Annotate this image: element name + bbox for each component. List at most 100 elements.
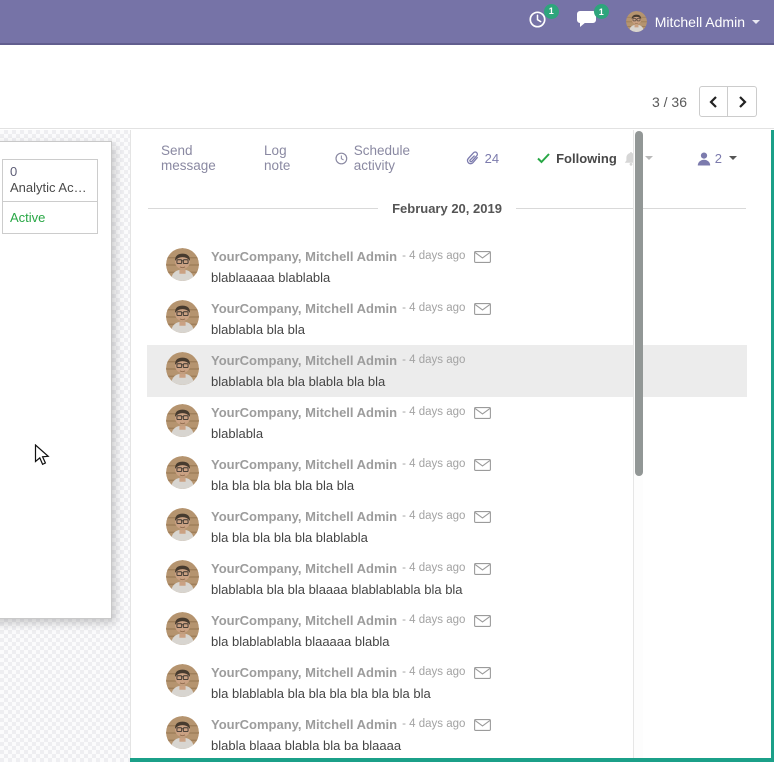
followers-count: 2: [715, 151, 722, 166]
envelope-icon[interactable]: [474, 615, 491, 627]
paperclip-icon: [466, 150, 480, 166]
avatar: [166, 664, 199, 697]
stat-value: 0: [10, 164, 90, 180]
envelope-icon[interactable]: [474, 563, 491, 575]
chevron-down-icon[interactable]: [729, 156, 737, 164]
message-author[interactable]: YourCompany, Mitchell Admin: [211, 300, 397, 317]
pager: 3 / 36: [652, 86, 757, 117]
envelope-icon[interactable]: [474, 459, 491, 471]
attachments-button[interactable]: 24: [466, 150, 499, 166]
message-list: YourCompany, Mitchell Admin - 4 days ago…: [147, 241, 747, 761]
active-status: Active: [3, 201, 97, 233]
chevron-down-icon: [752, 20, 760, 28]
avatar: [166, 560, 199, 593]
activity-count-badge: 1: [544, 4, 559, 19]
message-author[interactable]: YourCompany, Mitchell Admin: [211, 508, 397, 525]
message-timestamp: - 4 days ago: [402, 404, 465, 421]
message-author[interactable]: YourCompany, Mitchell Admin: [211, 404, 397, 421]
date-divider: February 20, 2019: [148, 199, 746, 217]
viewport-edge-bottom: [130, 758, 774, 762]
message-row[interactable]: YourCompany, Mitchell Admin - 4 days ago…: [147, 501, 747, 553]
message-author[interactable]: YourCompany, Mitchell Admin: [211, 612, 397, 629]
message-timestamp: - 4 days ago: [402, 612, 465, 629]
message-author[interactable]: YourCompany, Mitchell Admin: [211, 664, 397, 681]
avatar: [166, 300, 199, 333]
message-body: bla bla bla bla bla bla bla: [211, 477, 491, 494]
stat-button-analytic-accounts[interactable]: 0 Analytic Acc...: [3, 160, 97, 201]
following-label: Following: [556, 151, 617, 166]
user-name: Mitchell Admin: [655, 14, 745, 30]
message-row[interactable]: YourCompany, Mitchell Admin - 4 days ago…: [147, 553, 747, 605]
message-row[interactable]: YourCompany, Mitchell Admin - 4 days ago…: [147, 709, 747, 761]
envelope-icon[interactable]: [474, 407, 491, 419]
control-panel: 3 / 36: [0, 47, 774, 129]
message-body: blablabla bla bla blaaaa blablablabla bl…: [211, 581, 491, 598]
message-body: blablabla bla bla blabla bla bla: [211, 373, 465, 390]
stat-label: Analytic Acc...: [10, 180, 90, 196]
message-body: blablaaaaa blablabla: [211, 269, 491, 286]
message-row[interactable]: YourCompany, Mitchell Admin - 4 days ago…: [147, 345, 747, 397]
message-timestamp: - 4 days ago: [402, 508, 465, 525]
message-row[interactable]: YourCompany, Mitchell Admin - 4 days ago…: [147, 605, 747, 657]
avatar: [166, 404, 199, 437]
message-row[interactable]: YourCompany, Mitchell Admin - 4 days ago…: [147, 657, 747, 709]
mouse-cursor: [34, 444, 51, 472]
message-timestamp: - 4 days ago: [402, 248, 465, 265]
message-author[interactable]: YourCompany, Mitchell Admin: [211, 352, 397, 369]
pager-value[interactable]: 3 / 36: [652, 94, 687, 110]
avatar: [166, 456, 199, 489]
envelope-icon[interactable]: [474, 719, 491, 731]
send-message-button[interactable]: Send message: [161, 143, 238, 173]
form-card: 0 Analytic Acc... Active: [0, 141, 112, 619]
envelope-icon[interactable]: [474, 303, 491, 315]
scrollbar-thumb[interactable]: [635, 131, 643, 476]
left-backdrop: 0 Analytic Acc... Active: [0, 130, 130, 762]
message-timestamp: - 4 days ago: [402, 716, 465, 733]
envelope-icon[interactable]: [474, 511, 491, 523]
message-row[interactable]: YourCompany, Mitchell Admin - 4 days ago…: [147, 241, 747, 293]
message-body: bla blablablabla blaaaaa blabla: [211, 633, 491, 650]
avatar: [166, 508, 199, 541]
message-body: blabla blaaa blabla bla ba blaaaa: [211, 737, 491, 754]
message-author[interactable]: YourCompany, Mitchell Admin: [211, 716, 397, 733]
message-row[interactable]: YourCompany, Mitchell Admin - 4 days ago…: [147, 449, 747, 501]
envelope-icon[interactable]: [474, 251, 491, 263]
chatter-toolbar: Send message Log note Schedule activity …: [131, 130, 763, 168]
pager-previous-button[interactable]: [699, 86, 728, 117]
clock-icon: [335, 151, 348, 166]
message-author[interactable]: YourCompany, Mitchell Admin: [211, 248, 397, 265]
avatar: [166, 248, 199, 281]
user-menu[interactable]: Mitchell Admin: [626, 11, 760, 32]
message-row[interactable]: YourCompany, Mitchell Admin - 4 days ago…: [147, 397, 747, 449]
message-author[interactable]: YourCompany, Mitchell Admin: [211, 456, 397, 473]
avatar: [166, 612, 199, 645]
top-navbar: 1 1 Mitchell Admin: [0, 0, 774, 45]
scrollbar: [633, 130, 643, 762]
date-label: February 20, 2019: [392, 201, 502, 216]
message-row[interactable]: YourCompany, Mitchell Admin - 4 days ago…: [147, 293, 747, 345]
activities-menu[interactable]: 1: [528, 10, 547, 34]
message-count-badge: 1: [594, 4, 609, 19]
message-timestamp: - 4 days ago: [402, 664, 465, 681]
followers-button[interactable]: 2: [697, 151, 737, 166]
message-timestamp: - 4 days ago: [402, 300, 465, 317]
message-timestamp: - 4 days ago: [402, 352, 465, 369]
chatter: Send message Log note Schedule activity …: [130, 130, 763, 762]
message-body: bla blablabla bla bla bla bla bla bla bl…: [211, 685, 491, 702]
message-body: blablabla: [211, 425, 491, 442]
message-timestamp: - 4 days ago: [402, 456, 465, 473]
chevron-down-icon[interactable]: [645, 156, 653, 164]
envelope-icon[interactable]: [474, 667, 491, 679]
log-note-button[interactable]: Log note: [264, 143, 309, 173]
avatar: [166, 352, 199, 385]
attachments-count: 24: [485, 151, 499, 166]
user-avatar: [626, 11, 647, 32]
check-icon: [537, 153, 550, 164]
message-body: blablabla bla bla: [211, 321, 491, 338]
pager-next-button[interactable]: [728, 86, 757, 117]
avatar: [166, 716, 199, 749]
messaging-menu[interactable]: 1: [576, 10, 597, 33]
message-timestamp: - 4 days ago: [402, 560, 465, 577]
message-author[interactable]: YourCompany, Mitchell Admin: [211, 560, 397, 577]
schedule-activity-button[interactable]: Schedule activity: [335, 143, 440, 173]
